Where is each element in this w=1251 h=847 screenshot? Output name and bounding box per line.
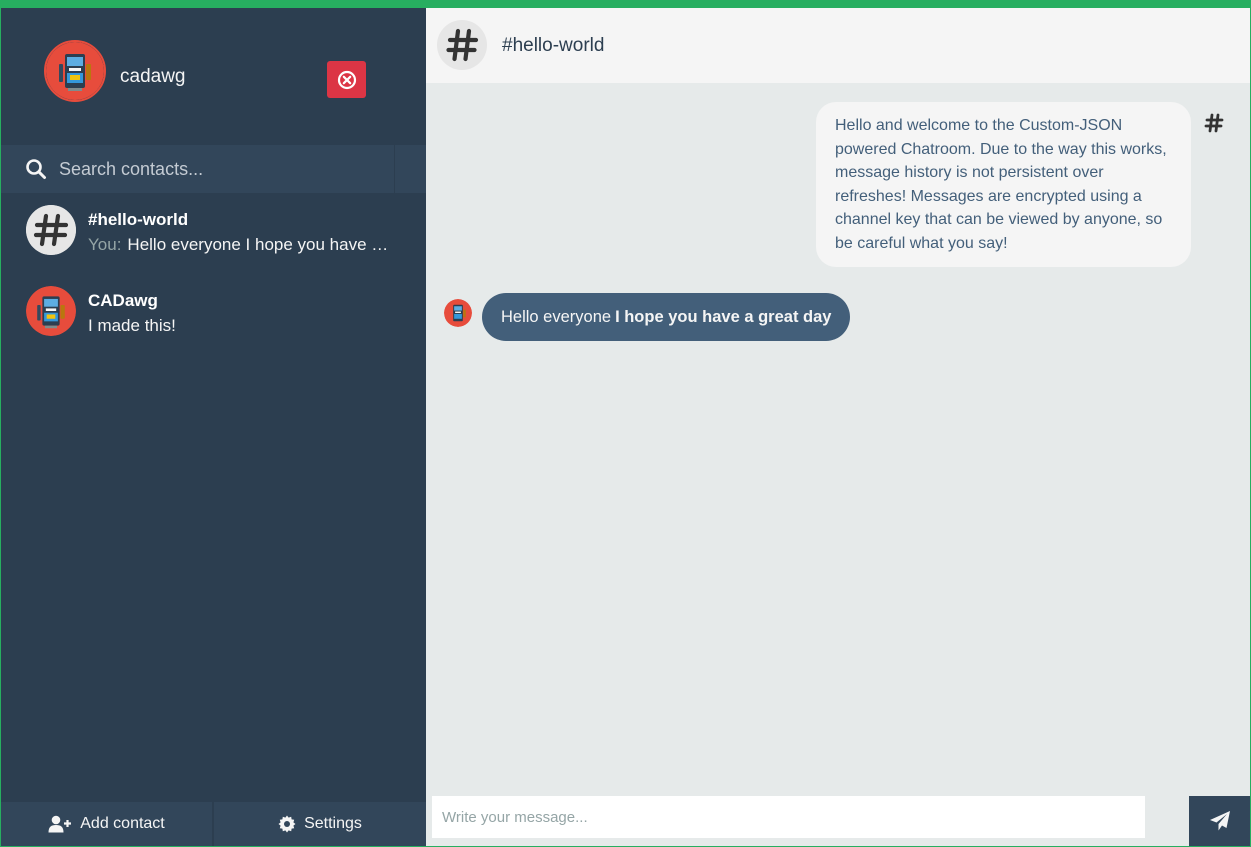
top-accent-bar bbox=[0, 0, 1251, 8]
logout-button[interactable] bbox=[327, 61, 366, 98]
send-button[interactable] bbox=[1189, 796, 1250, 846]
user-avatar[interactable] bbox=[44, 40, 106, 102]
search-input[interactable] bbox=[53, 153, 388, 185]
message-bubble-outgoing: Hello everyone I hope you have a great d… bbox=[482, 293, 851, 341]
chat-avatar bbox=[437, 20, 487, 70]
message-bubble-incoming: Hello and welcome to the Custom-JSON pow… bbox=[816, 102, 1191, 267]
paper-plane-icon bbox=[1209, 811, 1230, 831]
settings-label: Settings bbox=[304, 815, 362, 832]
sidebar-bottom-bar: Add contact Settings bbox=[1, 802, 426, 846]
chat-header: #hello-world bbox=[426, 8, 1250, 83]
message-text: Hello everyone bbox=[501, 307, 612, 326]
contact-avatar bbox=[26, 205, 76, 255]
contact-search bbox=[1, 145, 426, 193]
you-label: You: bbox=[88, 235, 122, 254]
hashtag-icon bbox=[26, 205, 76, 255]
contact-preview: You: Hello everyone I hope you have a gre… bbox=[88, 235, 393, 255]
contact-avatar bbox=[26, 286, 76, 336]
close-circle-icon bbox=[337, 70, 356, 89]
contact-preview-text: Hello everyone I hope you have a great d… bbox=[127, 235, 393, 254]
search-divider bbox=[394, 145, 395, 193]
hashtag-icon bbox=[446, 28, 479, 62]
message-input[interactable] bbox=[432, 796, 1145, 838]
hashtag-icon bbox=[1204, 113, 1224, 133]
contact-item-hello-world[interactable]: #hello-world You: Hello everyone I hope y… bbox=[1, 193, 426, 273]
chat-panel: #hello-world Hello and welcome to the Cu… bbox=[426, 8, 1250, 846]
contact-preview: I made this! bbox=[88, 316, 176, 335]
search-icon bbox=[26, 159, 46, 179]
add-contact-button[interactable]: Add contact bbox=[1, 802, 212, 846]
message-composer bbox=[426, 791, 1250, 846]
contact-name: #hello-world bbox=[88, 210, 189, 229]
robot-avatar-icon bbox=[26, 286, 76, 336]
settings-button[interactable]: Settings bbox=[214, 802, 426, 846]
robot-avatar-icon bbox=[444, 299, 472, 327]
contact-name: CADawg bbox=[88, 291, 158, 310]
chat-title: #hello-world bbox=[502, 35, 605, 56]
sidebar: cadawg #hello-world You:Hello everyone bbox=[1, 8, 426, 846]
robot-avatar-icon bbox=[46, 42, 104, 100]
user-name: cadawg bbox=[120, 66, 186, 87]
message-sender-avatar bbox=[444, 299, 472, 327]
profile-section: cadawg bbox=[1, 8, 426, 145]
add-user-icon bbox=[48, 815, 72, 833]
contact-item-cadawg[interactable]: CADawg I made this! bbox=[1, 274, 426, 354]
gear-icon bbox=[278, 815, 296, 833]
add-contact-label: Add contact bbox=[80, 815, 165, 832]
message-text-bold: I hope you have a great day bbox=[615, 307, 832, 326]
